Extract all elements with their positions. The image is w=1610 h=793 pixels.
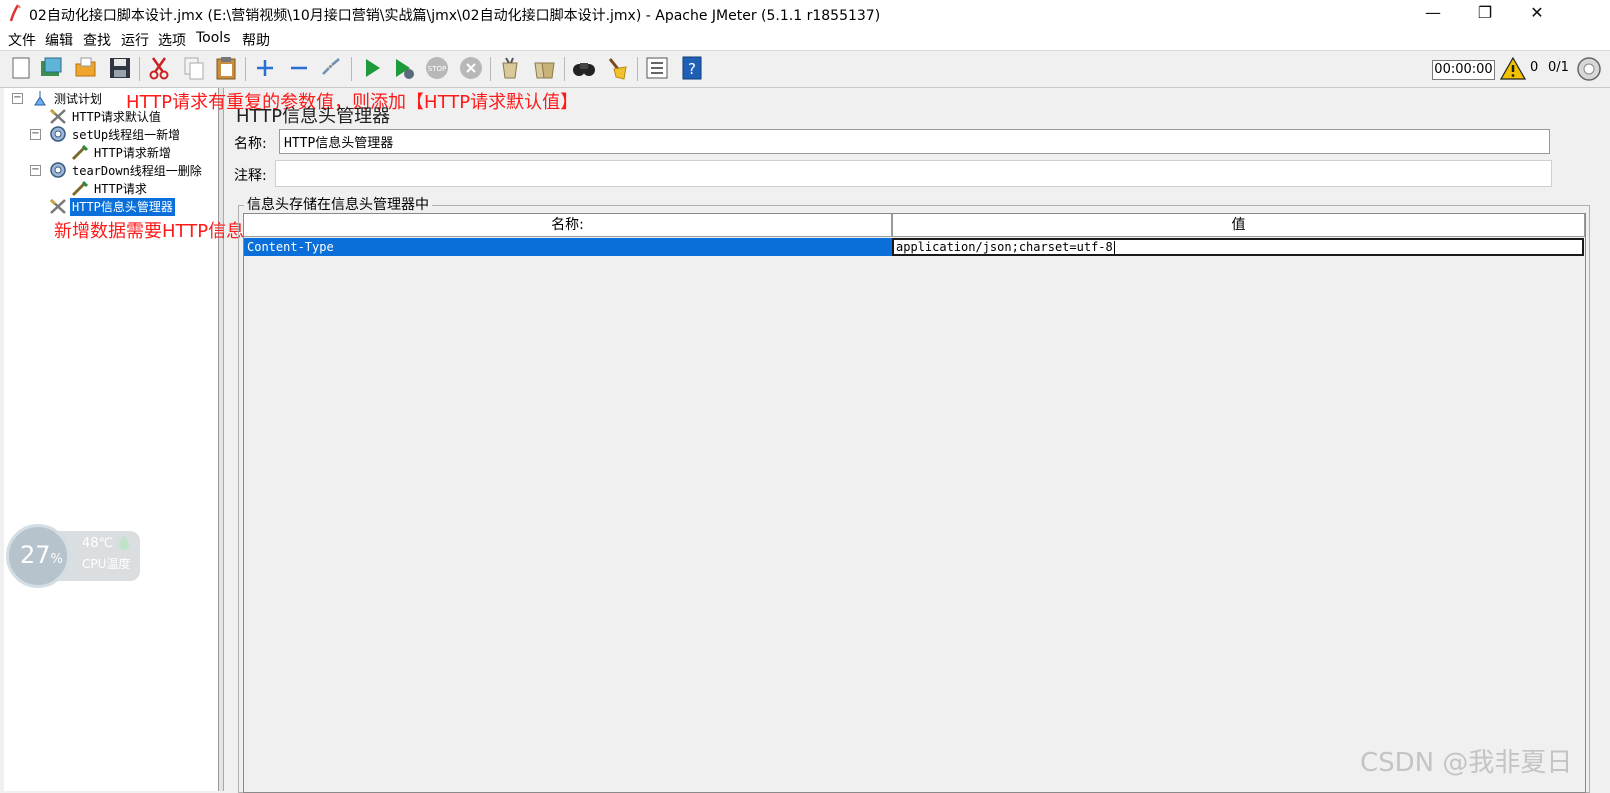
toolbar-separator — [637, 57, 638, 81]
thread-group-gear-icon — [50, 162, 66, 178]
open-icon[interactable] — [73, 55, 99, 81]
save-icon[interactable] — [107, 55, 133, 81]
cpu-percent-value: 27 — [20, 541, 51, 569]
http-sampler-pipette-icon — [71, 180, 89, 197]
menu-file[interactable]: 文件 — [8, 30, 36, 50]
cpu-percent-unit: % — [50, 552, 63, 567]
comment-field[interactable] — [275, 160, 1552, 187]
toolbar-separator — [245, 57, 246, 81]
stop-icon[interactable]: STOP — [424, 55, 450, 81]
test-plan-icon — [34, 91, 46, 106]
thread-ratio: 0/1 — [1548, 60, 1569, 75]
menu-options[interactable]: 选项 — [158, 30, 186, 50]
expand-icon[interactable] — [252, 55, 278, 81]
elapsed-timer: 00:00:00 — [1432, 60, 1495, 80]
csdn-watermark: CSDN @我非夏日 — [1360, 748, 1573, 778]
cpu-usage-percent: 27% — [20, 541, 63, 569]
cpu-temperature-widget: 27% 48℃ CPU温度 — [6, 524, 140, 588]
headers-table: 名称: 值 Content-Type application/json;char… — [243, 213, 1586, 793]
collapse-icon[interactable] — [286, 55, 312, 81]
pane-splitter[interactable] — [219, 88, 224, 791]
tree-item-label: HTTP请求新增 — [94, 146, 171, 160]
menu-tools[interactable]: Tools — [196, 30, 231, 46]
comment-label: 注释: — [234, 168, 267, 184]
http-sampler-pipette-icon — [71, 144, 89, 161]
copy-icon[interactable] — [181, 55, 207, 81]
table-row-name-cell[interactable]: Content-Type — [244, 238, 892, 256]
toolbar: STOP ? 00:00:00 0 0/1 — [0, 51, 1610, 88]
minimize-button[interactable]: — — [1410, 0, 1456, 28]
value-cell-text: application/json;charset=utf-8 — [896, 240, 1113, 254]
templates-icon[interactable] — [38, 55, 64, 81]
reset-search-icon[interactable] — [604, 55, 630, 81]
tree-item-header-manager-selected[interactable]: HTTP信息头管理器 — [70, 198, 175, 216]
new-file-icon[interactable] — [8, 55, 34, 81]
tree-collapse-toggle[interactable]: − — [12, 93, 23, 104]
clear-icon[interactable] — [497, 55, 523, 81]
page-title: HTTP信息头管理器 — [236, 106, 391, 127]
jmeter-logo-icon — [9, 4, 21, 22]
warning-count: 0 — [1530, 60, 1539, 75]
shutdown-icon[interactable] — [458, 55, 484, 81]
paste-icon[interactable] — [213, 55, 239, 81]
function-helper-icon[interactable] — [644, 55, 670, 81]
menu-run[interactable]: 运行 — [121, 30, 149, 50]
menu-bar: 文件 编辑 查找 运行 选项 Tools 帮助 — [0, 28, 1610, 51]
tree-item-label: HTTP请求 — [94, 182, 147, 196]
warning-icon[interactable] — [1500, 56, 1526, 82]
toolbar-separator — [351, 57, 352, 81]
toolbar-separator — [139, 57, 140, 81]
toolbar-separator — [490, 57, 491, 81]
toolbar-separator — [564, 57, 565, 81]
text-caret — [1113, 241, 1115, 254]
tree-item-label: 测试计划 — [54, 92, 103, 106]
headers-group-title: 信息头存储在信息头管理器中 — [244, 194, 432, 214]
menu-edit[interactable]: 编辑 — [45, 30, 73, 50]
svg-text:?: ? — [688, 60, 696, 78]
help-icon[interactable]: ? — [679, 55, 705, 81]
cut-icon[interactable] — [146, 55, 172, 81]
tree-item-label: setUp线程组一新增 — [72, 128, 181, 142]
column-header-value[interactable]: 值 — [892, 214, 1585, 237]
config-tools-icon — [49, 198, 66, 214]
menu-help[interactable]: 帮助 — [242, 30, 270, 50]
test-plan-tree: − 测试计划 HTTP请求默认值 − setUp线程组一新增 HTTP请求新增 … — [4, 88, 219, 791]
tree-collapse-toggle[interactable]: − — [30, 165, 41, 176]
toggle-icon[interactable] — [318, 55, 344, 81]
column-header-name[interactable]: 名称: — [244, 214, 892, 237]
start-icon[interactable] — [359, 55, 385, 81]
search-icon[interactable] — [571, 55, 597, 81]
title-bar: 02自动化接口脚本设计.jmx (E:\营销视频\10月接口营销\实战篇\jmx… — [0, 0, 1610, 28]
clear-all-icon[interactable] — [531, 55, 557, 81]
tree-item-label: HTTP信息头管理器 — [72, 200, 173, 214]
tree-item-label: tearDown线程组一删除 — [72, 164, 202, 178]
start-no-pause-icon[interactable] — [391, 55, 417, 81]
droplet-icon — [119, 535, 129, 550]
tree-collapse-toggle[interactable]: − — [30, 129, 41, 140]
window-title: 02自动化接口脚本设计.jmx (E:\营销视频\10月接口营销\实战篇\jmx… — [29, 8, 881, 24]
name-label: 名称: — [234, 136, 267, 152]
thread-group-gear-icon — [50, 126, 66, 142]
running-indicator-icon — [1577, 57, 1601, 81]
svg-text:STOP: STOP — [428, 65, 446, 73]
menu-search[interactable]: 查找 — [83, 30, 111, 50]
name-field[interactable] — [279, 129, 1550, 154]
config-tools-icon — [49, 108, 66, 124]
maximize-button[interactable]: ❐ — [1462, 0, 1508, 28]
cpu-temperature-label: CPU温度 — [82, 557, 131, 571]
cpu-temperature: 48℃ — [82, 536, 114, 551]
table-row-value-cell[interactable]: application/json;charset=utf-8 — [892, 238, 1584, 256]
close-button[interactable]: ✕ — [1514, 0, 1560, 28]
